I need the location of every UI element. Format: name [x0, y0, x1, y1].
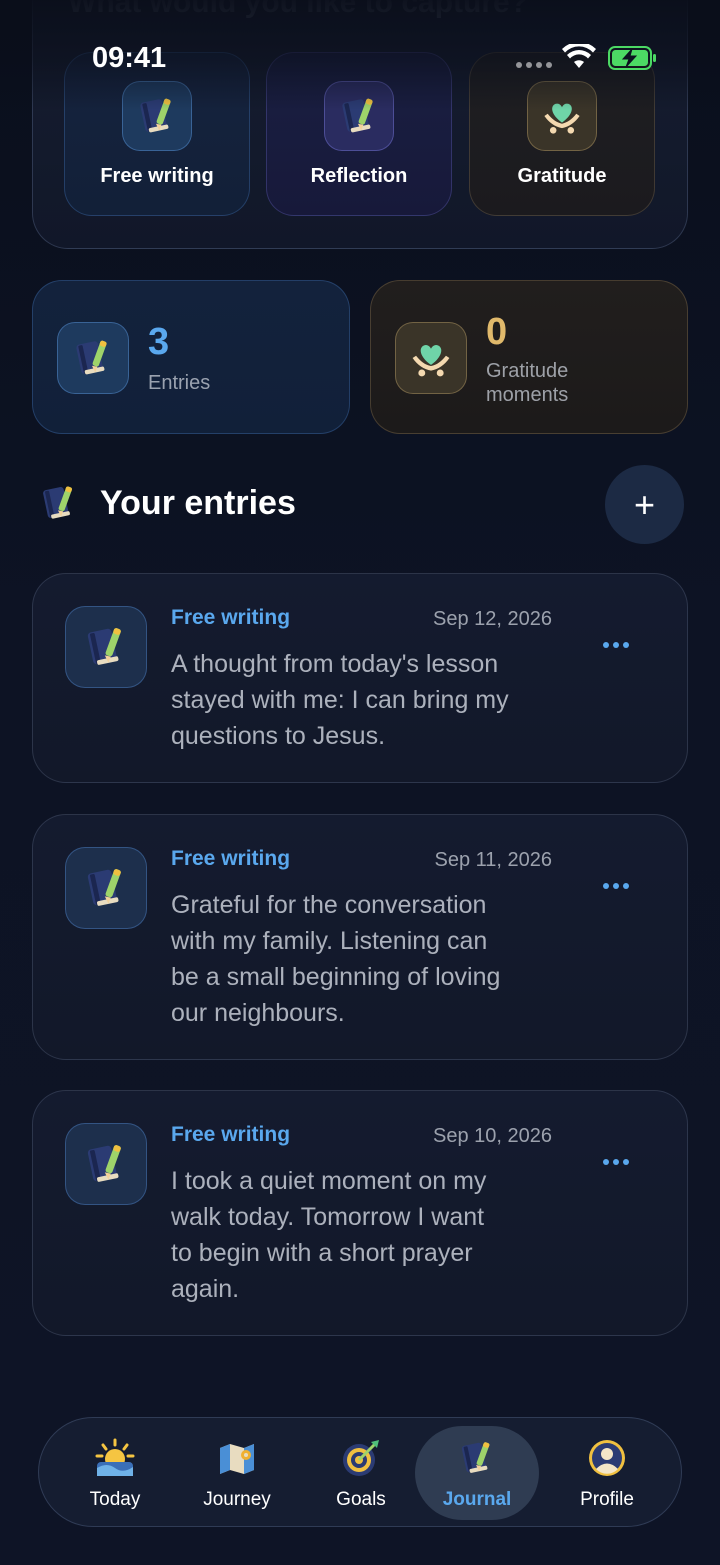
journal-pencil-icon [457, 1438, 497, 1478]
battery-charging-icon [608, 46, 656, 70]
tab-bar: Today Journey Goals Journal Profile [38, 1417, 682, 1527]
entry-date: Sep 10, 2026 [433, 1125, 552, 1147]
entries-stat-card: 3 Entries [32, 280, 350, 434]
gratitude-label: Gratitude [517, 165, 607, 187]
tab-journey[interactable]: Journey [175, 1426, 299, 1520]
entries-count: 3 [148, 321, 170, 363]
entry-text-line: stayed with me: I can bring my [171, 686, 509, 714]
journal-pencil-icon [38, 482, 80, 524]
entries-label: Entries [148, 372, 211, 394]
section-title: Your entries [100, 484, 296, 522]
free-writing-label: Free writing [100, 165, 214, 187]
entry-text-line: our neighbours. [171, 999, 345, 1027]
add-entry-button[interactable]: + [605, 465, 684, 544]
entry-text: Grateful for the conversation with my fa… [171, 887, 571, 1031]
journal-pencil-icon [65, 847, 147, 929]
wifi-icon [562, 44, 596, 68]
status-bar: 09:41 [0, 0, 720, 100]
entry-text: I took a quiet moment on my walk today. … [171, 1163, 571, 1307]
status-time: 09:41 [92, 42, 167, 74]
gratitude-label-line2: moments [486, 384, 569, 406]
entry-type: Free writing [171, 847, 291, 870]
journal-pencil-icon [65, 606, 147, 688]
entry-text: A thought from today's lesson stayed wit… [171, 646, 571, 754]
gratitude-label-line1: Gratitude [486, 360, 569, 382]
gratitude-stat-card: 0 Gratitude moments [370, 280, 688, 434]
sunrise-icon [95, 1438, 135, 1476]
target-icon [343, 1440, 379, 1476]
journal-pencil-icon [57, 322, 129, 394]
gratitude-count: 0 [486, 311, 508, 353]
entry-type: Free writing [171, 606, 291, 629]
more-options-icon[interactable] [603, 1159, 633, 1167]
tab-journal[interactable]: Journal [415, 1426, 539, 1520]
tab-profile[interactable]: Profile [545, 1426, 669, 1520]
tab-label: Journal [442, 1489, 512, 1510]
heart-hands-icon [395, 322, 467, 394]
tab-label: Today [89, 1489, 141, 1510]
entry-date: Sep 11, 2026 [434, 849, 552, 871]
entry-text-line: walk today. Tomorrow I want [171, 1203, 485, 1231]
more-options-icon[interactable] [603, 883, 633, 891]
tab-goals[interactable]: Goals [299, 1426, 423, 1520]
entry-type: Free writing [171, 1123, 291, 1146]
entry-card[interactable]: Free writing Sep 12, 2026 A thought from… [32, 573, 688, 783]
entry-text-line: with my family. Listening can [171, 927, 488, 955]
entry-text-line: A thought from today's lesson [171, 650, 499, 678]
entry-text-line: again. [171, 1275, 240, 1303]
entry-text-line: be a small beginning of loving [171, 963, 501, 991]
entry-text-line: I took a quiet moment on my [171, 1167, 487, 1195]
profile-icon [589, 1440, 625, 1476]
journal-pencil-icon [65, 1123, 147, 1205]
entry-date: Sep 12, 2026 [433, 608, 552, 630]
entry-text-line: to begin with a short prayer [171, 1239, 473, 1267]
tab-label: Journey [203, 1489, 271, 1510]
tab-label: Profile [580, 1489, 634, 1510]
entry-text-line: Grateful for the conversation [171, 891, 487, 919]
map-icon [220, 1444, 254, 1474]
tab-today[interactable]: Today [53, 1426, 177, 1520]
reflection-label: Reflection [310, 165, 408, 187]
signal-dots-icon [516, 62, 552, 68]
journal-screen: What would you like to capture? Free wri… [0, 0, 720, 1565]
entry-card[interactable]: Free writing Sep 10, 2026 I took a quiet… [32, 1090, 688, 1336]
tab-label: Goals [336, 1489, 386, 1510]
entry-card[interactable]: Free writing Sep 11, 2026 Grateful for t… [32, 814, 688, 1060]
more-options-icon[interactable] [603, 642, 633, 650]
plus-icon: + [633, 483, 656, 525]
entry-text-line: questions to Jesus. [171, 722, 386, 750]
